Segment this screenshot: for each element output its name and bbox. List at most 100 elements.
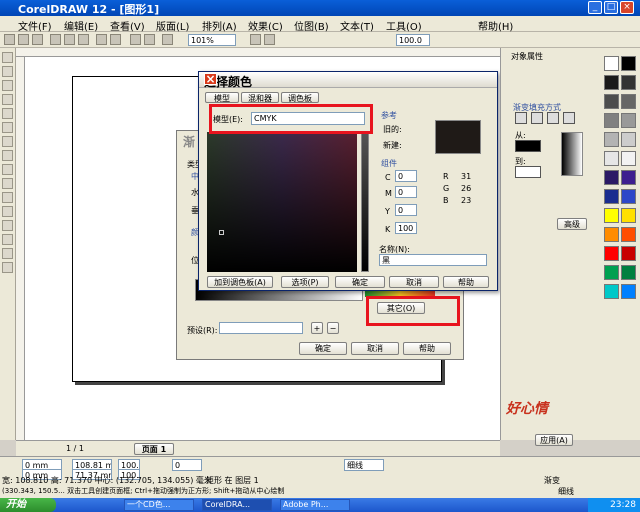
palette-swatch[interactable] [621,246,636,261]
c-input[interactable]: 0 [395,170,417,182]
palette-swatch[interactable] [621,227,636,242]
menu-tools[interactable]: 工具(O) [386,18,422,33]
k-input[interactable]: 100 [395,222,417,234]
interactive-fill-tool-icon[interactable] [2,262,13,273]
open-icon[interactable] [18,34,29,45]
dialog-close-button[interactable]: × [204,73,217,85]
eyedropper-tool-icon[interactable] [2,220,13,231]
y-input[interactable]: 0 [395,204,417,216]
linear-fill-icon[interactable] [515,112,527,124]
preset-select[interactable] [219,322,303,334]
palette-swatch[interactable] [604,189,619,204]
cancel-button[interactable]: 取消 [389,276,439,288]
options-button[interactable]: 选项(P) [281,276,329,288]
outline-width-field[interactable]: 100.0 [396,34,430,46]
smart-fill-tool-icon[interactable] [2,122,13,133]
task-item-3[interactable]: Adobe Ph... [280,499,350,511]
menu-layout[interactable]: 版面(L) [156,18,189,33]
palette-swatch[interactable] [604,284,619,299]
shape-tool-icon[interactable] [2,66,13,77]
menu-bitmaps[interactable]: 位图(B) [294,18,329,33]
palette-swatch[interactable] [621,56,636,71]
fill-tool-icon[interactable] [2,248,13,259]
text-tool-icon[interactable] [2,192,13,203]
zoom-field[interactable]: 101% [188,34,236,46]
cut-icon[interactable] [50,34,61,45]
outline-tool-icon[interactable] [2,234,13,245]
palette-swatch[interactable] [621,284,636,299]
fountain-cancel-button[interactable]: 取消 [351,342,399,355]
advanced-button[interactable]: 高级 [557,218,587,230]
palette-swatch[interactable] [604,208,619,223]
name-input[interactable]: 黑 [379,254,487,266]
lightness-slider[interactable] [361,132,369,272]
new-icon[interactable] [4,34,15,45]
palette-swatch[interactable] [604,170,619,185]
palette-swatch[interactable] [604,246,619,261]
polygon-tool-icon[interactable] [2,164,13,175]
fountain-ok-button[interactable]: 确定 [299,342,347,355]
tab-mixer[interactable]: 混和器 [241,92,279,103]
add-to-palette-button[interactable]: 加到调色板(A) [207,276,273,288]
menu-effects[interactable]: 效果(C) [248,18,283,33]
radial-fill-icon[interactable] [531,112,543,124]
options-icon[interactable] [264,34,275,45]
fountain-help-button[interactable]: 帮助 [403,342,451,355]
palette-swatch[interactable] [621,189,636,204]
from-color-picker[interactable] [515,140,541,152]
color-field[interactable] [207,132,357,272]
outline-width-select[interactable]: 细线 [344,459,384,471]
palette-swatch[interactable] [621,132,636,147]
zoom-tool-icon[interactable] [2,94,13,105]
palette-swatch[interactable] [621,151,636,166]
basic-shapes-tool-icon[interactable] [2,178,13,189]
undo-icon[interactable] [96,34,107,45]
conical-fill-icon[interactable] [547,112,559,124]
angle-field[interactable]: 0 [172,459,202,471]
crop-tool-icon[interactable] [2,80,13,91]
palette-swatch[interactable] [604,227,619,242]
menu-view[interactable]: 查看(V) [110,18,145,33]
maximize-button[interactable]: □ [604,1,618,14]
save-icon[interactable] [32,34,43,45]
tab-palette[interactable]: 调色板 [281,92,319,103]
tab-model[interactable]: 模型 [205,92,239,103]
task-item-1[interactable]: 一个CD色... [124,499,194,511]
ellipse-tool-icon[interactable] [2,150,13,161]
palette-swatch[interactable] [604,151,619,166]
palette-swatch[interactable] [621,113,636,128]
palette-swatch[interactable] [604,75,619,90]
color-field-cursor[interactable] [219,230,224,235]
palette-swatch[interactable] [604,56,619,71]
palette-swatch[interactable] [621,170,636,185]
freehand-tool-icon[interactable] [2,108,13,119]
palette-swatch[interactable] [621,208,636,223]
import-icon[interactable] [130,34,141,45]
square-fill-icon[interactable] [563,112,575,124]
help-button[interactable]: 帮助 [443,276,489,288]
to-color-picker[interactable] [515,166,541,178]
palette-swatch[interactable] [604,113,619,128]
pick-tool-icon[interactable] [2,52,13,63]
apply-button[interactable]: 应用(A) [535,434,573,446]
interactive-tool-icon[interactable] [2,206,13,217]
palette-swatch[interactable] [621,75,636,90]
palette-swatch[interactable] [621,94,636,109]
print-icon[interactable] [162,34,173,45]
add-preset-button[interactable]: + [311,322,323,334]
ok-button[interactable]: 确定 [335,276,385,288]
minimize-button[interactable]: _ [588,1,602,14]
start-button[interactable]: 开始 [0,498,56,512]
palette-swatch[interactable] [604,132,619,147]
page-tab[interactable]: 页面 1 [134,443,174,455]
task-item-2[interactable]: CorelDRA... [202,499,272,511]
menu-help[interactable]: 帮助(H) [478,18,513,33]
menu-edit[interactable]: 编辑(E) [64,18,98,33]
paste-icon[interactable] [78,34,89,45]
rectangle-tool-icon[interactable] [2,136,13,147]
palette-swatch[interactable] [604,94,619,109]
palette-swatch[interactable] [621,265,636,280]
palette-swatch[interactable] [604,265,619,280]
menu-arrange[interactable]: 排列(A) [202,18,237,33]
snap-icon[interactable] [250,34,261,45]
